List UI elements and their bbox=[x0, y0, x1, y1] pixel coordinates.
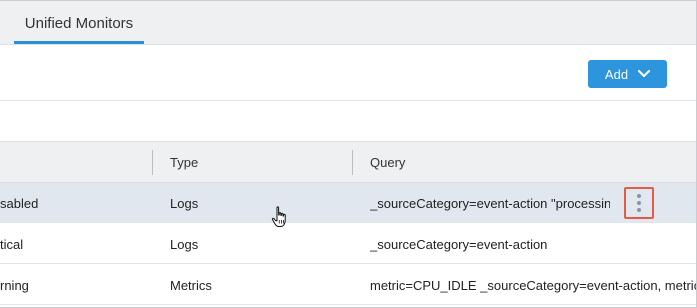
column-header-query[interactable]: Query bbox=[370, 142, 405, 183]
status-cell: sabled bbox=[0, 195, 39, 211]
status-cell: tical bbox=[0, 236, 24, 252]
type-cell: Logs bbox=[170, 195, 199, 211]
tab-unified-monitors[interactable]: Unified Monitors bbox=[14, 1, 144, 45]
filter-bar bbox=[0, 101, 696, 142]
table-header: Type Query bbox=[0, 142, 696, 183]
monitors-panel: Unified Monitors Add Type Query sabled L… bbox=[0, 0, 697, 308]
row-actions-button[interactable] bbox=[624, 187, 654, 219]
more-vertical-icon bbox=[637, 194, 641, 212]
query-cell: _sourceCategory=event-action "processing… bbox=[370, 195, 610, 211]
toolbar: Add bbox=[0, 45, 696, 101]
add-button[interactable]: Add bbox=[588, 60, 667, 88]
hand-pointer-icon bbox=[271, 206, 286, 227]
type-cell: Logs bbox=[170, 236, 199, 252]
query-cell: metric=CPU_IDLE _sourceCategory=event-ac… bbox=[370, 277, 697, 293]
chevron-down-icon bbox=[638, 70, 651, 77]
active-tab-indicator bbox=[14, 41, 144, 44]
tab-bar: Unified Monitors bbox=[0, 1, 696, 45]
query-cell: _sourceCategory=event-action bbox=[370, 236, 548, 252]
table-row[interactable]: sabled Logs _sourceCategory=event-action… bbox=[0, 183, 696, 223]
table-row[interactable]: tical Logs _sourceCategory=event-action bbox=[0, 224, 696, 264]
column-header-type[interactable]: Type bbox=[170, 142, 198, 183]
type-cell: Metrics bbox=[170, 277, 212, 293]
column-divider[interactable] bbox=[352, 150, 353, 175]
table-row[interactable]: rning Metrics metric=CPU_IDLE _sourceCat… bbox=[0, 265, 697, 305]
column-divider[interactable] bbox=[152, 150, 153, 175]
status-cell: rning bbox=[0, 277, 29, 293]
add-button-label: Add bbox=[604, 66, 629, 82]
